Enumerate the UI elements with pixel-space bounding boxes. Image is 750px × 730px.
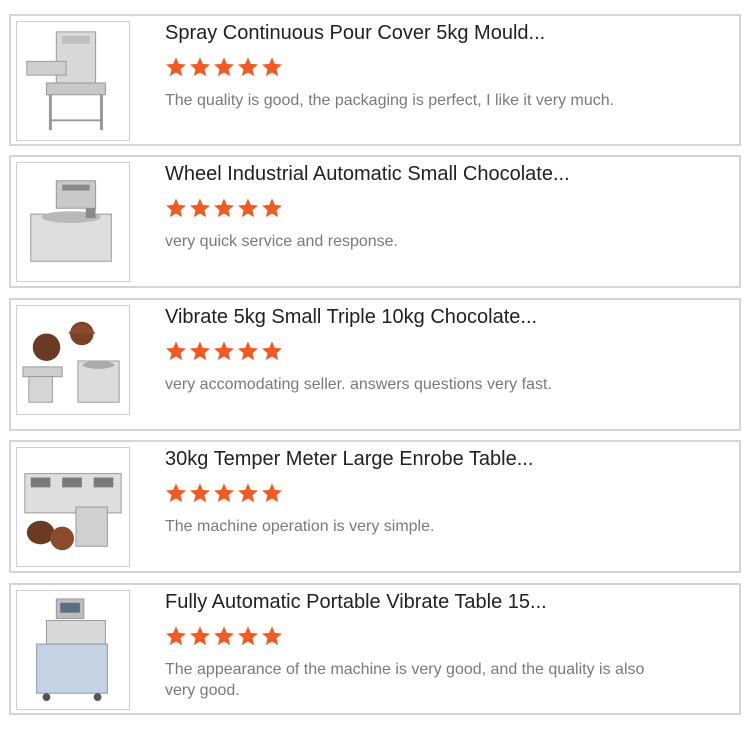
- review-card[interactable]: Fully Automatic Portable Vibrate Table 1…: [9, 583, 741, 715]
- star-icon: [214, 341, 234, 361]
- star-icon: [190, 483, 210, 503]
- star-icon: [262, 341, 282, 361]
- review-card[interactable]: 30kg Temper Meter Large Enrobe Table... …: [9, 440, 741, 573]
- triple-tank-tempering-machine-icon: [24, 473, 122, 551]
- star-icon: [262, 626, 282, 646]
- product-image[interactable]: [16, 447, 130, 567]
- star-icon: [214, 626, 234, 646]
- chocolate-melter-with-enrober-icon: [22, 321, 120, 403]
- product-image[interactable]: [16, 21, 130, 141]
- review-card[interactable]: Vibrate 5kg Small Triple 10kg Chocolate.…: [9, 298, 741, 431]
- review-comment: very quick service and response.: [165, 233, 398, 250]
- star-rating: [165, 340, 283, 362]
- star-icon: [166, 626, 186, 646]
- star-icon: [190, 626, 210, 646]
- star-icon: [238, 198, 258, 218]
- product-image[interactable]: [16, 162, 130, 282]
- star-icon: [214, 198, 234, 218]
- review-card[interactable]: Wheel Industrial Automatic Small Chocola…: [9, 155, 741, 288]
- star-icon: [190, 341, 210, 361]
- star-rating: [165, 197, 283, 219]
- vertical-tempering-machine-icon: [36, 598, 108, 702]
- review-comment: The machine operation is very simple.: [165, 518, 435, 535]
- chocolate-enrober-machine-icon: [26, 31, 106, 131]
- product-title[interactable]: Wheel Industrial Automatic Small Chocola…: [165, 163, 570, 186]
- star-icon: [166, 341, 186, 361]
- review-comment: The quality is good, the packaging is pe…: [165, 92, 615, 109]
- product-title[interactable]: Vibrate 5kg Small Triple 10kg Chocolate.…: [165, 306, 537, 329]
- star-icon: [238, 341, 258, 361]
- chocolate-tempering-machine-icon: [30, 180, 112, 262]
- product-image[interactable]: [16, 305, 130, 415]
- star-icon: [190, 57, 210, 77]
- star-icon: [190, 198, 210, 218]
- product-title[interactable]: Fully Automatic Portable Vibrate Table 1…: [165, 591, 547, 614]
- star-rating: [165, 625, 283, 647]
- star-icon: [238, 626, 258, 646]
- star-rating: [165, 482, 283, 504]
- review-comment: The appearance of the machine is very go…: [165, 661, 645, 699]
- star-rating: [165, 56, 283, 78]
- product-image[interactable]: [16, 590, 130, 710]
- product-title[interactable]: 30kg Temper Meter Large Enrobe Table...: [165, 448, 533, 471]
- star-icon: [166, 483, 186, 503]
- star-icon: [262, 198, 282, 218]
- star-icon: [238, 57, 258, 77]
- star-icon: [238, 483, 258, 503]
- review-card[interactable]: Spray Continuous Pour Cover 5kg Mould...…: [9, 14, 741, 146]
- product-title[interactable]: Spray Continuous Pour Cover 5kg Mould...: [165, 22, 545, 45]
- review-comment: very accomodating seller. answers questi…: [165, 376, 552, 393]
- star-icon: [214, 483, 234, 503]
- star-icon: [262, 57, 282, 77]
- star-icon: [262, 483, 282, 503]
- star-icon: [166, 198, 186, 218]
- star-icon: [166, 57, 186, 77]
- star-icon: [214, 57, 234, 77]
